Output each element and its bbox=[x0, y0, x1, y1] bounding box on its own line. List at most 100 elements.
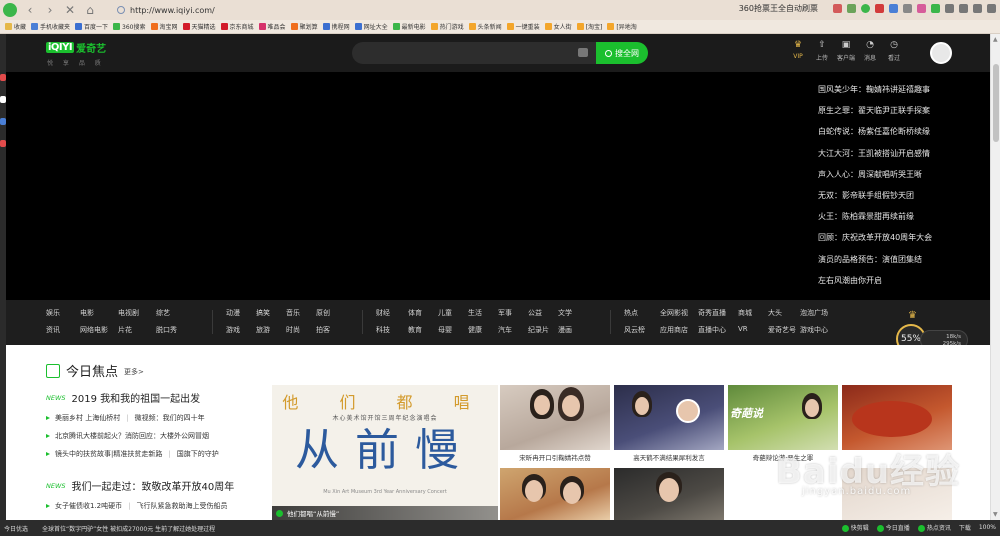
home-icon[interactable]: ⌂ bbox=[83, 3, 97, 17]
avatar[interactable] bbox=[930, 42, 952, 64]
scroll-up-icon[interactable]: ▲ bbox=[993, 36, 998, 43]
category-link[interactable]: 片花 bbox=[118, 325, 156, 335]
hero-list-item[interactable]: 回顾：庆祝改革开放40周年大会 bbox=[818, 232, 986, 253]
video-thumb[interactable] bbox=[500, 468, 610, 520]
category-link[interactable]: 原创 bbox=[316, 308, 346, 318]
hero-list-item[interactable]: 原生之罪：翟天临尹正联手探案 bbox=[818, 105, 986, 126]
promo-link[interactable]: 360抢票王全自动刷票 bbox=[739, 3, 818, 14]
category-link[interactable]: 生活 bbox=[468, 308, 498, 318]
featured-poster[interactable]: 他 们 都 唱 木心美术馆开馆三周年纪念演唱会 从前慢 Mu Xin Art M… bbox=[272, 385, 498, 520]
bookmark-item[interactable]: [淘宝] bbox=[576, 22, 602, 31]
camera-icon[interactable] bbox=[578, 48, 588, 57]
category-link[interactable]: 纪录片 bbox=[528, 325, 558, 335]
category-link[interactable]: 旅游 bbox=[256, 325, 286, 335]
bookmark-item[interactable]: 网址大全 bbox=[354, 22, 388, 31]
category-link[interactable]: 应用商店 bbox=[660, 325, 698, 335]
status-item[interactable]: 快剪辑 bbox=[841, 523, 869, 532]
category-link[interactable]: 游戏 bbox=[226, 325, 256, 335]
category-link[interactable]: 风云榜 bbox=[624, 325, 660, 335]
red-ext-icon[interactable] bbox=[875, 4, 884, 13]
hero-list-item[interactable]: 演员的品格预告：演值团集结 bbox=[818, 254, 986, 275]
bookmark-item[interactable]: 最新电影 bbox=[392, 22, 426, 31]
category-link[interactable]: 全网影视 bbox=[660, 308, 698, 318]
search-input[interactable] bbox=[362, 45, 562, 61]
stop-icon[interactable]: ✕ bbox=[63, 3, 77, 17]
apps-icon[interactable] bbox=[931, 4, 940, 13]
category-link[interactable]: 体育 bbox=[408, 308, 438, 318]
category-link[interactable]: 母婴 bbox=[438, 325, 468, 335]
category-link[interactable]: 教育 bbox=[408, 325, 438, 335]
category-link[interactable]: VR bbox=[738, 325, 768, 335]
category-link[interactable]: 汽车 bbox=[498, 325, 528, 335]
scroll-thumb[interactable] bbox=[993, 64, 999, 142]
category-link[interactable]: 娱乐 bbox=[46, 308, 80, 318]
category-link[interactable]: 直播中心 bbox=[698, 325, 738, 335]
category-link[interactable]: 漫画 bbox=[558, 325, 588, 335]
translate-icon[interactable] bbox=[847, 4, 856, 13]
hero-list-item[interactable]: 白蛇传说：杨紫任嘉伦断桥续缘 bbox=[818, 126, 986, 147]
category-link[interactable]: 泡泡广场 bbox=[800, 308, 840, 318]
address-bar[interactable]: http://www.iqiyi.com/ bbox=[117, 3, 677, 17]
bookmark-item[interactable]: 淘宝网 bbox=[150, 22, 178, 31]
bookmark-item[interactable]: 360搜索 bbox=[113, 22, 146, 31]
category-link[interactable]: 网络电影 bbox=[80, 325, 118, 335]
category-link[interactable]: 公益 bbox=[528, 308, 558, 318]
more-link[interactable]: 更多> bbox=[124, 367, 144, 377]
bookmark-item[interactable]: 唯品会 bbox=[258, 22, 286, 31]
bookmark-item[interactable]: 头条新闻 bbox=[468, 22, 502, 31]
undo-icon[interactable] bbox=[959, 4, 968, 13]
category-link[interactable]: 电影 bbox=[80, 308, 118, 318]
hero-list-item[interactable]: 火王：陈柏霖景甜再续前缘 bbox=[818, 211, 986, 232]
bookmark-item[interactable]: 百度一下 bbox=[75, 22, 108, 31]
header-tool-0[interactable]: ♛ VIP bbox=[786, 40, 810, 62]
search-tool-icon[interactable] bbox=[903, 4, 912, 13]
news-link[interactable]: 美丽乡村 上海仙桥村 bbox=[55, 413, 120, 423]
back-icon[interactable]: ‹ bbox=[23, 3, 37, 17]
category-link[interactable]: 儿童 bbox=[438, 308, 468, 318]
minimize-icon[interactable] bbox=[973, 4, 982, 13]
hero-list-item[interactable]: 大江大河：王凯被搭讪开启感情 bbox=[818, 148, 986, 169]
category-link[interactable]: 音乐 bbox=[286, 308, 316, 318]
status-item[interactable]: 今日直播 bbox=[876, 523, 910, 532]
scroll-down-icon[interactable]: ▼ bbox=[993, 511, 998, 518]
category-link[interactable]: 热点 bbox=[624, 308, 660, 318]
bookmark-item[interactable]: 收藏 bbox=[5, 22, 26, 31]
header-tool-2[interactable]: ▣ 客户端 bbox=[834, 40, 858, 62]
bookmark-item[interactable]: 女人街 bbox=[544, 22, 572, 31]
collection-icon[interactable] bbox=[917, 4, 926, 13]
menu-icon[interactable] bbox=[945, 4, 954, 13]
status-ticker[interactable]: 全球首位“数字円驴”女性 被扣成27000元 生前了解过她处理过程 bbox=[42, 524, 215, 533]
category-link[interactable]: 脱口秀 bbox=[156, 325, 186, 335]
news-link[interactable]: 北京腾讯大楼前起火？消防回应：大楼外公网冒烟 bbox=[55, 431, 209, 441]
category-link[interactable]: 动漫 bbox=[226, 308, 256, 318]
hero-list-item[interactable]: 声入人心：周深献唱听哭王晰 bbox=[818, 169, 986, 190]
news-headline[interactable]: 我们一起走过：致敬改革开放40周年 bbox=[72, 478, 235, 493]
news-link[interactable]: 飞行队紧急救助海上受伤船员 bbox=[137, 501, 228, 511]
iqiyi-logo[interactable]: iQIYI 爱奇艺 悦 享 品 质 bbox=[46, 40, 106, 67]
video-thumb[interactable]: 宋昕冉开口引鞠婧祎点赞 bbox=[500, 385, 610, 464]
status-item[interactable]: 热点资讯 bbox=[917, 523, 951, 532]
status-left-0[interactable]: 今日优选 bbox=[4, 524, 28, 533]
video-thumb[interactable]: 高天鹤不满结果犀利发言 bbox=[614, 385, 724, 464]
news-link[interactable]: 微视频：我们的四十年 bbox=[135, 413, 205, 423]
status-item[interactable]: 下载 bbox=[959, 523, 971, 532]
category-link[interactable]: 游戏中心 bbox=[800, 325, 840, 335]
category-link[interactable]: 大头 bbox=[768, 308, 800, 318]
news-link[interactable]: 国旗下的守护 bbox=[177, 449, 219, 459]
bookmark-item[interactable]: 一键重装 bbox=[506, 22, 540, 31]
game-icon[interactable] bbox=[889, 4, 898, 13]
bookmark-item[interactable]: 热门游戏 bbox=[430, 22, 464, 31]
bookmark-item[interactable]: 天猫精选 bbox=[182, 22, 216, 31]
category-link[interactable]: 爱奇艺号 bbox=[768, 325, 800, 335]
url-text[interactable]: http://www.iqiyi.com/ bbox=[130, 6, 215, 15]
news-link[interactable]: 镜头中的扶贫故事|精准扶贫走新路 bbox=[55, 449, 162, 459]
header-tool-1[interactable]: ⇧ 上传 bbox=[810, 40, 834, 62]
forward-icon[interactable]: › bbox=[43, 3, 57, 17]
hero-banner[interactable]: 国风美少年：鞠婧祎讲延禧趣事 原生之罪：翟天临尹正联手探案 白蛇传说：杨紫任嘉伦断桥… bbox=[6, 72, 990, 300]
bookmark-item[interactable]: 携程网 bbox=[322, 22, 350, 31]
bookmark-item[interactable]: 手机收藏夹 bbox=[31, 22, 70, 31]
hero-list-item[interactable]: 国风美少年：鞠婧祎讲延禧趣事 bbox=[818, 84, 986, 105]
bookmark-item[interactable]: 聚划算 bbox=[290, 22, 318, 31]
header-tool-4[interactable]: ◷ 看过 bbox=[882, 40, 906, 62]
green-ext-icon[interactable] bbox=[861, 4, 870, 13]
